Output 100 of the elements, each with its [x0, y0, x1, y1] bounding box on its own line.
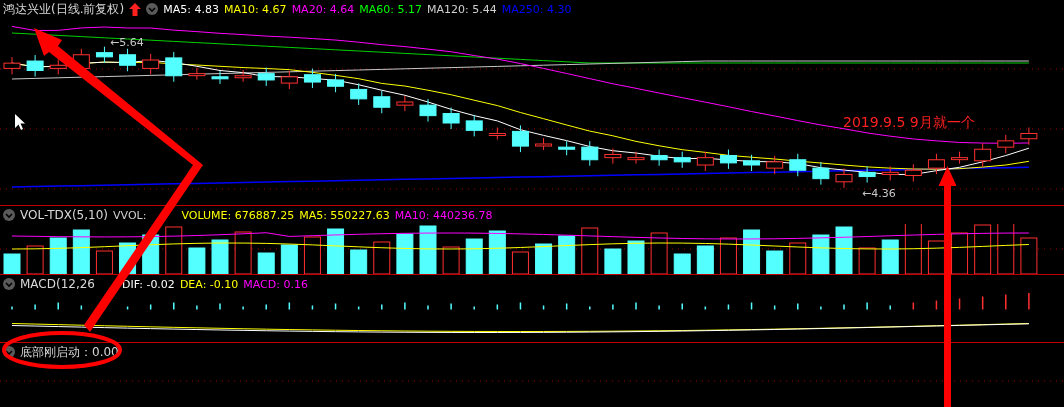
volume-bar [165, 226, 183, 274]
volume-bar [627, 240, 645, 274]
candlestick [165, 51, 183, 83]
macd-bar [727, 303, 730, 311]
indicator-value: MA20: 4.64 [291, 2, 355, 16]
volume-bar [419, 225, 437, 274]
low-price-label: ←4.36 [862, 187, 896, 200]
volume-bar [673, 253, 691, 274]
candlestick [997, 134, 1015, 154]
candlestick [49, 58, 67, 75]
macd-bar [288, 301, 291, 311]
macd-bar [311, 304, 314, 311]
macd-bar [496, 303, 499, 311]
volume-bar [558, 235, 576, 274]
macd-bar [357, 305, 360, 311]
volume-bar [280, 244, 298, 274]
signal-value: ：0.00 [80, 343, 119, 361]
candlestick [234, 69, 252, 83]
volume-bar [604, 248, 622, 274]
indicator-value: MA250: 4.30 [501, 2, 572, 16]
indicator-value: MA5: 4.83 [163, 2, 219, 16]
macd-bar [80, 304, 83, 311]
volume-bar [442, 246, 460, 274]
indicator-value: MACD: 0.16 [243, 277, 308, 291]
candlestick [604, 148, 622, 165]
candlestick [719, 149, 737, 170]
candlestick [442, 107, 460, 130]
candlestick [119, 48, 137, 72]
macd-bar [704, 305, 707, 311]
collapse-icon[interactable] [3, 346, 15, 358]
volume-bar [72, 229, 90, 274]
candlestick [743, 154, 761, 172]
volume-bar [234, 231, 252, 274]
volume-bar [511, 251, 529, 274]
indicator-value: MA5: 550227.63 [299, 208, 390, 222]
volume-bar [1020, 237, 1038, 274]
collapse-icon[interactable] [3, 278, 15, 290]
volume-bar [49, 237, 67, 274]
cursor-icon [15, 114, 26, 130]
volume-bar [789, 242, 807, 274]
volume-bar [303, 236, 321, 274]
macd-bar [565, 302, 568, 311]
indicator-value: VVOL: [113, 208, 147, 222]
candlestick [650, 149, 668, 167]
volume-bar [95, 250, 113, 274]
volume-bar [951, 232, 969, 274]
candlestick [211, 70, 229, 85]
volume-bar [997, 224, 1015, 274]
macd-bar [773, 304, 776, 311]
candlestick [974, 142, 992, 168]
collapse-icon[interactable] [146, 3, 159, 15]
volume-bar [766, 250, 784, 274]
panel-title: VOL-TDX(5,10) [20, 208, 109, 222]
high-price-label: ←5.64 [110, 36, 144, 49]
indicator-value: VOLUME: 676887.25 [181, 208, 295, 222]
signal-indicator: 底部刚启动 [20, 343, 80, 361]
candlestick [3, 56, 21, 75]
candlestick [95, 46, 113, 64]
candlestick [396, 95, 414, 112]
indicator-value: DIF: -0.02 [122, 277, 175, 291]
collapse-icon[interactable] [3, 209, 15, 221]
macd-bar [958, 297, 961, 311]
candlestick [812, 161, 830, 186]
candlestick [535, 137, 553, 151]
candlestick [303, 68, 321, 89]
panel-title: MACD(12,26 [20, 277, 95, 291]
candlestick [327, 73, 345, 93]
chart-title: 鸿达兴业(日线.前复权) [3, 0, 125, 18]
candlestick [696, 151, 714, 172]
volume-bar [581, 227, 599, 274]
candlestick [951, 151, 969, 165]
volume-bar [650, 232, 668, 274]
volume-bar [257, 252, 275, 274]
candlestick [188, 67, 206, 81]
volume-bar [696, 245, 714, 274]
volume-bar [858, 247, 876, 274]
indicator-value: MA10: 4.67 [223, 2, 287, 16]
candlestick [627, 151, 645, 165]
macd-bar [750, 301, 753, 311]
candlestick [465, 114, 483, 137]
candlestick [858, 165, 876, 184]
candlestick [835, 167, 853, 189]
candlestick [142, 53, 160, 75]
volume-bar [465, 238, 483, 274]
volume-bar [719, 237, 737, 274]
indicator-value: DEA: -0.10 [179, 277, 239, 291]
macd-bar [126, 305, 129, 311]
volume-bar [835, 226, 853, 274]
indicator-value: MA10: 440236.78 [394, 208, 493, 222]
candlestick [904, 163, 922, 182]
volume-bar [904, 224, 922, 274]
volume-bar [26, 245, 44, 274]
candlestick [673, 151, 691, 169]
volume-bar [188, 247, 206, 274]
candlestick [766, 155, 784, 175]
up-arrow-icon [129, 2, 142, 16]
macd-bar [912, 301, 915, 311]
volume-bar [535, 243, 553, 274]
candlestick [789, 153, 807, 177]
macd-bar [334, 302, 337, 311]
